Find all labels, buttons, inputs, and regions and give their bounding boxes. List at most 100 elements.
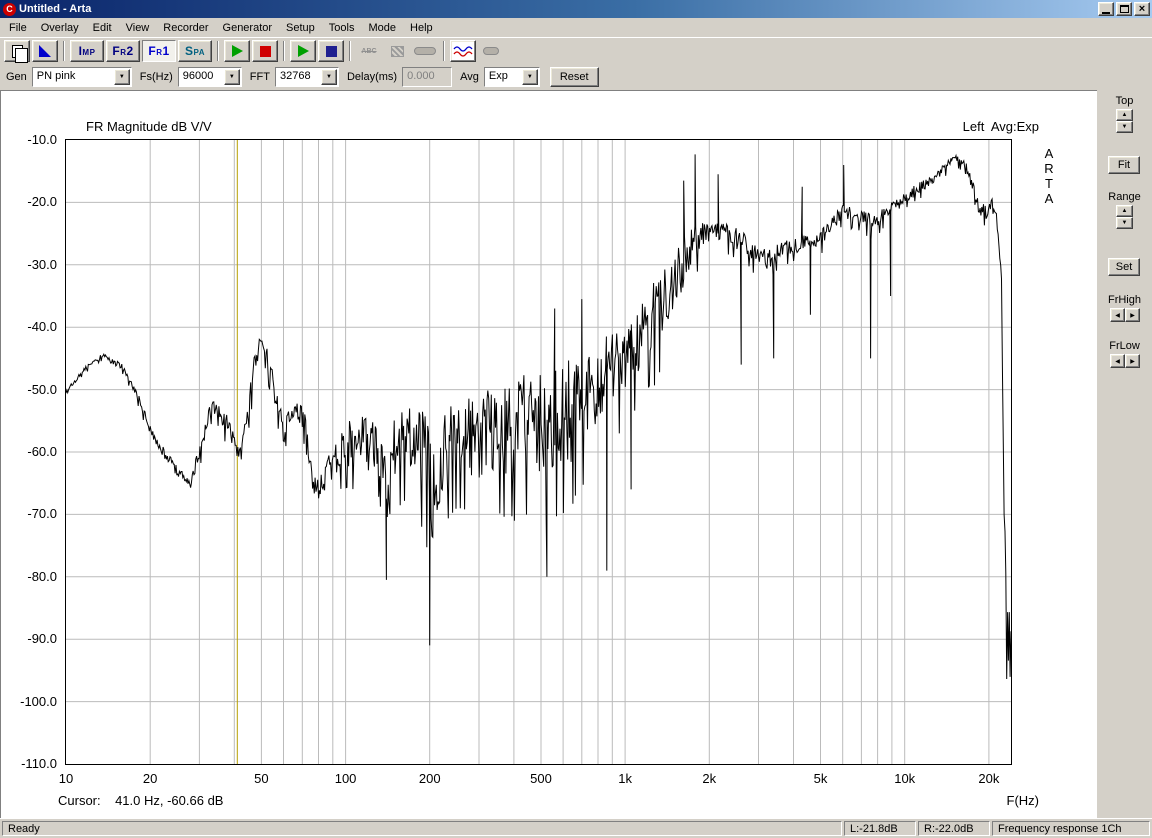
color-scale-button[interactable] (32, 40, 58, 62)
range-spinner: ▲ ▼ (1116, 205, 1133, 229)
generator-play-button[interactable] (290, 40, 316, 62)
x-tick-label: 50 (254, 771, 268, 786)
plot-title: FR Magnitude dB V/V (86, 119, 212, 134)
menu-recorder[interactable]: Recorder (156, 19, 215, 37)
record-button[interactable] (252, 40, 278, 62)
mode-button-fr1[interactable]: Fr1 (142, 40, 176, 62)
corner-triangle-icon (39, 45, 51, 57)
top-label: Top (1097, 95, 1152, 107)
toolbar-separator (63, 41, 65, 61)
toolbar-separator (283, 41, 285, 61)
brand-letter: R (1041, 161, 1057, 176)
frhigh-right-button[interactable]: ▶ (1125, 308, 1140, 322)
range-down-button[interactable]: ▼ (1116, 217, 1133, 229)
close-icon: × (1139, 4, 1145, 14)
reset-button[interactable]: Reset (550, 67, 599, 87)
menu-setup[interactable]: Setup (279, 19, 322, 37)
generator-select[interactable]: PN pink ▼ (32, 67, 132, 87)
plot-area[interactable] (65, 139, 1012, 765)
gate-button-disabled (412, 40, 438, 62)
arrow-right-icon: ▶ (1130, 312, 1135, 319)
x-tick-label: 2k (702, 771, 716, 786)
y-tick-label: -60.0 (3, 444, 57, 459)
menu-generator[interactable]: Generator (216, 19, 280, 37)
x-tick-label: 5k (814, 771, 828, 786)
avg-select[interactable]: Exp ▼ (484, 67, 540, 87)
chevron-down-icon[interactable]: ▼ (321, 69, 337, 85)
fs-label: Fs(Hz) (140, 71, 173, 83)
menu-bar: File Overlay Edit View Recorder Generato… (0, 18, 1152, 38)
range-up-button[interactable]: ▲ (1116, 205, 1133, 217)
channel-avg-label: Left Avg:Exp (963, 119, 1039, 134)
x-axis-title: F(Hz) (1007, 793, 1040, 808)
menu-help[interactable]: Help (403, 19, 440, 37)
y-tick-label: -50.0 (3, 382, 57, 397)
menu-file[interactable]: File (2, 19, 34, 37)
menu-overlay[interactable]: Overlay (34, 19, 86, 37)
pill-icon (414, 47, 436, 55)
y-tick-label: -30.0 (3, 257, 57, 272)
close-button[interactable]: × (1134, 2, 1150, 16)
top-up-button[interactable]: ▲ (1116, 109, 1133, 121)
arrow-up-icon: ▲ (1122, 112, 1128, 118)
y-tick-label: -100.0 (3, 694, 57, 709)
x-tick-label: 20 (143, 771, 157, 786)
status-mode: Frequency response 1Ch (992, 821, 1150, 836)
fft-label: FFT (250, 71, 270, 83)
brand-letter: T (1041, 176, 1057, 191)
play-button[interactable] (224, 40, 250, 62)
toolbar-separator (349, 41, 351, 61)
maximize-button[interactable] (1116, 2, 1132, 16)
frlow-left-button[interactable]: ◀ (1110, 354, 1125, 368)
fft-select[interactable]: 32768 ▼ (275, 67, 339, 87)
y-tick-label: -80.0 (3, 569, 57, 584)
toolbar-separator (443, 41, 445, 61)
arrow-up-icon: ▲ (1122, 208, 1128, 214)
pill-icon (483, 47, 499, 55)
fit-button[interactable]: Fit (1108, 156, 1140, 174)
menu-view[interactable]: View (119, 19, 157, 37)
chevron-down-icon[interactable]: ▼ (522, 69, 538, 85)
x-tick-label: 100 (335, 771, 357, 786)
frlow-right-button[interactable]: ▶ (1125, 354, 1140, 368)
signal-button[interactable] (450, 40, 476, 62)
x-tick-label: 20k (978, 771, 999, 786)
stop-button[interactable] (318, 40, 344, 62)
side-panel: Top ▲ ▼ Fit Range ▲ ▼ Set FrHigh ◀ ▶ FrL… (1097, 90, 1152, 818)
x-tick-label: 10 (59, 771, 73, 786)
x-tick-label: 10k (894, 771, 915, 786)
title-bar[interactable]: C Untitled - Arta × (0, 0, 1152, 18)
chevron-down-icon[interactable]: ▼ (114, 69, 130, 85)
mode-button-fr2[interactable]: Fr2 (106, 40, 140, 62)
delay-value: 0.000 (407, 70, 435, 82)
play-icon (298, 45, 309, 57)
frhigh-arrows: ◀ ▶ (1110, 308, 1140, 322)
x-tick-label: 200 (419, 771, 441, 786)
minimize-button[interactable] (1098, 2, 1114, 16)
chevron-down-icon[interactable]: ▼ (224, 69, 240, 85)
menu-tools[interactable]: Tools (322, 19, 362, 37)
mode-button-spa[interactable]: Spa (178, 40, 212, 62)
x-tick-label: 500 (530, 771, 552, 786)
plot-window: FR Magnitude dB V/V Left Avg:Exp -10.0-2… (0, 90, 1097, 818)
set-button[interactable]: Set (1108, 258, 1140, 276)
mode-button-imp[interactable]: Imp (70, 40, 104, 62)
copy-button[interactable] (4, 40, 30, 62)
menu-mode[interactable]: Mode (361, 19, 403, 37)
arrow-down-icon: ▼ (1122, 220, 1128, 226)
menu-edit[interactable]: Edit (86, 19, 119, 37)
avg-label: Avg (460, 71, 479, 83)
minimize-icon (1102, 12, 1110, 14)
top-down-button[interactable]: ▼ (1116, 121, 1133, 133)
main-area: FR Magnitude dB V/V Left Avg:Exp -10.0-2… (0, 90, 1152, 818)
brand-letter: A (1041, 191, 1057, 206)
frhigh-left-button[interactable]: ◀ (1110, 308, 1125, 322)
x-tick-label: 1k (618, 771, 632, 786)
marker-button-disabled (384, 40, 410, 62)
generator-value: PN pink (33, 68, 113, 86)
status-ready: Ready (2, 821, 842, 836)
plot-svg (66, 140, 1011, 764)
samplerate-value: 96000 (179, 68, 223, 86)
stop-icon (326, 46, 337, 57)
samplerate-select[interactable]: 96000 ▼ (178, 67, 242, 87)
